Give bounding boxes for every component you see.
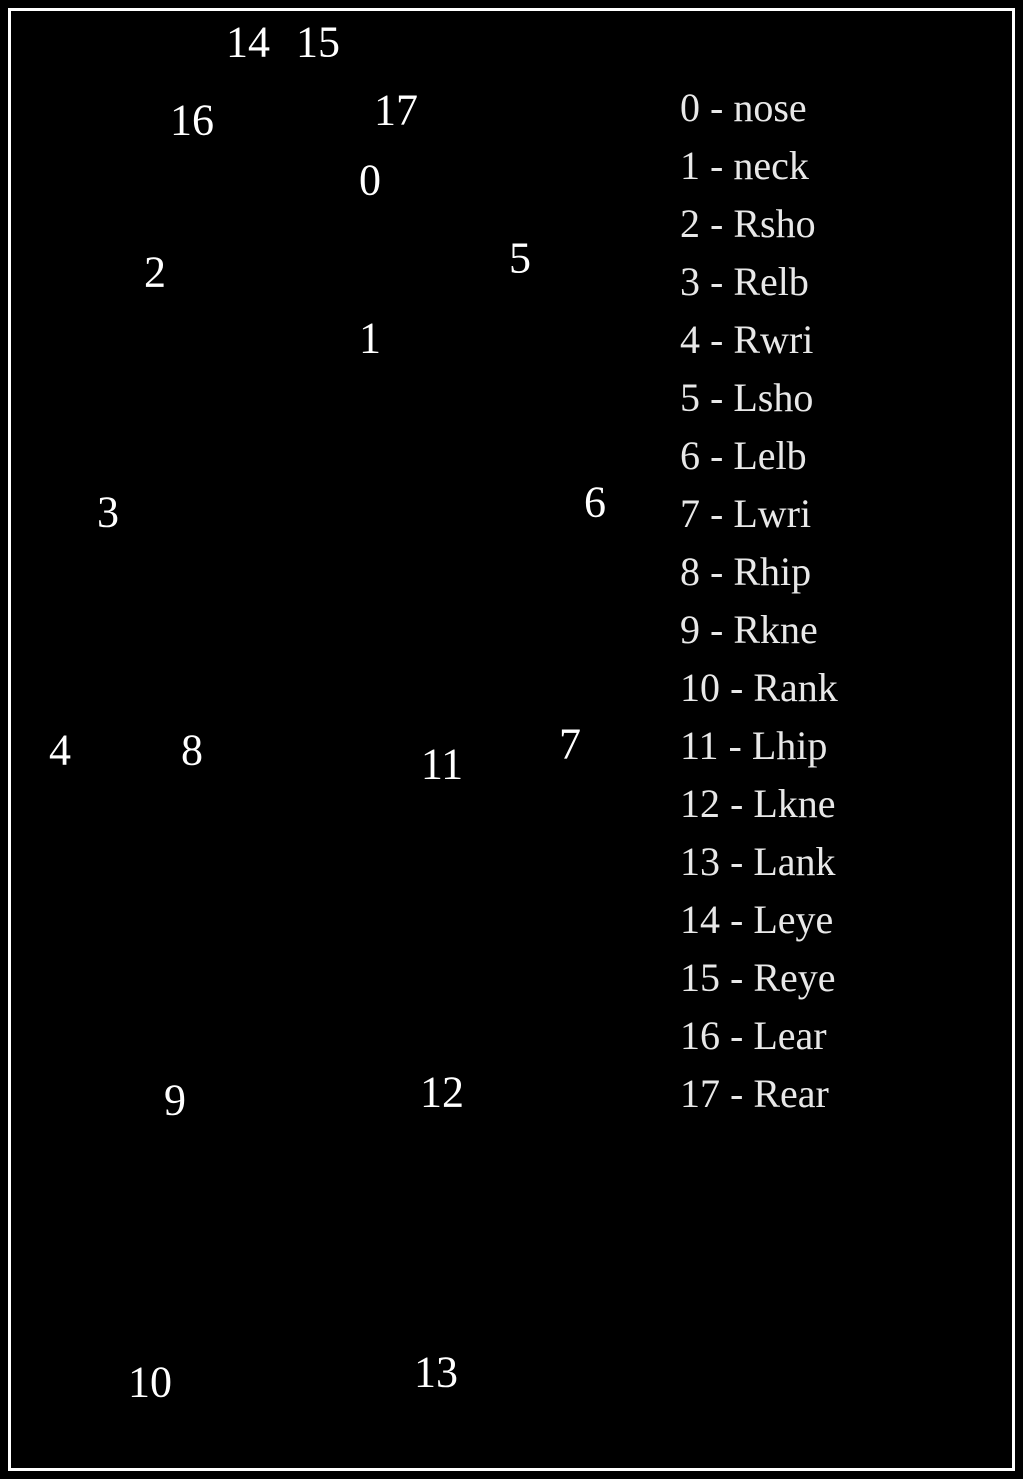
legend-item-5: 5 - Lsho (680, 370, 838, 426)
diagram-frame (8, 8, 1015, 1471)
legend-item-12: 12 - Lkne (680, 776, 838, 832)
keypoint-10: 10 (128, 1357, 172, 1408)
legend-item-8: 8 - Rhip (680, 544, 838, 600)
keypoint-2: 2 (144, 247, 166, 298)
keypoint-1: 1 (359, 313, 381, 364)
keypoint-8: 8 (181, 725, 203, 776)
keypoint-4: 4 (49, 725, 71, 776)
keypoint-12: 12 (420, 1067, 464, 1118)
keypoint-9: 9 (164, 1075, 186, 1126)
legend-item-17: 17 - Rear (680, 1066, 838, 1122)
legend-item-6: 6 - Lelb (680, 428, 838, 484)
legend-item-7: 7 - Lwri (680, 486, 838, 542)
legend-item-16: 16 - Lear (680, 1008, 838, 1064)
keypoint-17: 17 (374, 85, 418, 136)
keypoint-0: 0 (359, 155, 381, 206)
keypoint-13: 13 (414, 1347, 458, 1398)
legend-item-2: 2 - Rsho (680, 196, 838, 252)
keypoint-6: 6 (584, 477, 606, 528)
keypoint-7: 7 (559, 719, 581, 770)
keypoint-14: 14 (226, 17, 270, 68)
legend-item-4: 4 - Rwri (680, 312, 838, 368)
keypoint-16: 16 (170, 95, 214, 146)
legend-item-9: 9 - Rkne (680, 602, 838, 658)
legend-item-13: 13 - Lank (680, 834, 838, 890)
legend-item-1: 1 - neck (680, 138, 838, 194)
keypoint-3: 3 (97, 487, 119, 538)
legend-item-15: 15 - Reye (680, 950, 838, 1006)
keypoint-15: 15 (296, 17, 340, 68)
legend-item-14: 14 - Leye (680, 892, 838, 948)
keypoint-11: 11 (421, 739, 463, 790)
legend-item-0: 0 - nose (680, 80, 838, 136)
legend-item-11: 11 - Lhip (680, 718, 838, 774)
legend-item-10: 10 - Rank (680, 660, 838, 716)
keypoint-legend: 0 - nose 1 - neck 2 - Rsho 3 - Relb 4 - … (680, 80, 838, 1124)
keypoint-5: 5 (509, 233, 531, 284)
legend-item-3: 3 - Relb (680, 254, 838, 310)
